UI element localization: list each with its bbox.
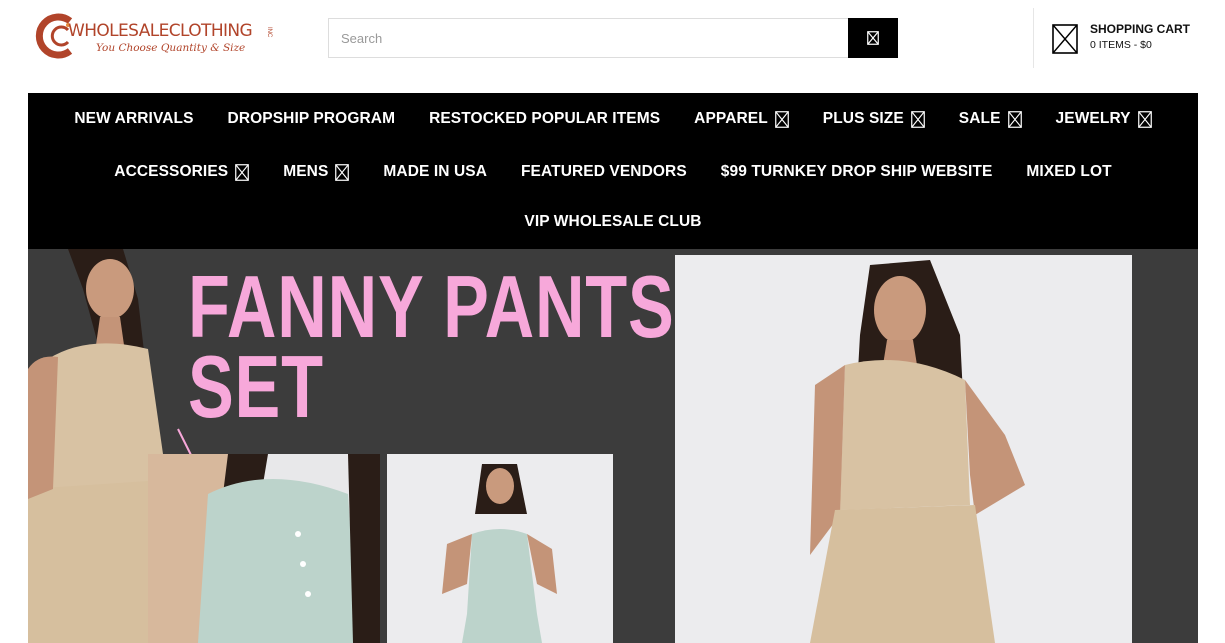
nav-item-label: RESTOCKED POPULAR ITEMS [429,110,661,127]
model-photo-right [675,255,1132,643]
chevron-down-icon [235,163,250,181]
chevron-down-icon [335,163,350,181]
nav-item-featured-vendors[interactable]: FEATURED VENDORS [504,162,704,182]
cart-icon [1052,24,1078,54]
nav-item-turnkey-website[interactable]: $99 TURNKEY DROP SHIP WEBSITE [704,162,1010,182]
cart-summary: 0 ITEMS - $0 [1090,39,1152,51]
site-logo[interactable]: WHOLESALECLOTHING INC You Choose Quantit… [34,13,279,61]
nav-item-vip-wholesale-club[interactable]: VIP WHOLESALE CLUB [507,212,718,232]
nav-item-new-arrivals[interactable]: NEW ARRIVALS [57,109,210,129]
cart-title: SHOPPING CART [1090,22,1191,36]
mint-set-photo [387,454,613,643]
nav-item-label: PLUS SIZE [822,110,904,127]
hero-banner[interactable]: FANNY PANTS SET [28,249,1198,643]
main-navigation: NEW ARRIVALS DROPSHIP PROGRAM RESTOCKED … [28,93,1198,249]
nav-row: NEW ARRIVALS DROPSHIP PROGRAM RESTOCKED … [28,109,1198,129]
chevron-down-icon [1007,110,1022,128]
search-bar [328,18,898,58]
nav-item-label: MADE IN USA [383,163,487,180]
nav-item-label: APPAREL [694,110,768,127]
nav-item-label: SALE [958,110,1001,127]
logo-tagline: You Choose Quantity & Size [96,42,246,54]
nav-item-restocked-popular-items[interactable]: RESTOCKED POPULAR ITEMS [412,109,677,129]
nav-item-mens[interactable]: MENS [266,162,366,182]
shopping-cart[interactable]: SHOPPING CART 0 ITEMS - $0 [1050,20,1200,60]
logo-suffix: INC [266,27,272,38]
nav-item-label: $99 TURNKEY DROP SHIP WEBSITE [720,163,993,180]
header-divider [1033,8,1034,68]
chevron-down-icon [1137,110,1152,128]
nav-item-apparel[interactable]: APPAREL [677,109,806,129]
nav-item-sale[interactable]: SALE [942,109,1039,129]
nav-item-label: FEATURED VENDORS [520,163,687,180]
nav-item-label: JEWELRY [1055,110,1131,127]
search-input[interactable] [328,18,848,58]
site-header: WHOLESALECLOTHING INC You Choose Quantit… [0,0,1225,93]
nav-item-label: VIP WHOLESALE CLUB [524,213,702,230]
nav-item-jewelry[interactable]: JEWELRY [1039,109,1169,129]
nav-row: ACCESSORIES MENS MADE IN USA FEATURED VE… [28,162,1198,182]
nav-item-label: NEW ARRIVALS [74,110,194,127]
search-icon [867,31,879,45]
nav-item-label: DROPSHIP PROGRAM [227,110,396,127]
search-button[interactable] [848,18,898,58]
nav-item-plus-size[interactable]: PLUS SIZE [806,109,942,129]
nav-row: VIP WHOLESALE CLUB [28,212,1198,232]
nav-item-accessories[interactable]: ACCESSORIES [97,162,266,182]
logo-brand-text: WHOLESALECLOTHING [68,21,253,41]
nav-item-label: ACCESSORIES [114,163,229,180]
nav-item-dropship-program[interactable]: DROPSHIP PROGRAM [211,109,413,129]
hero-title-line2: SET [188,337,324,436]
nav-item-label: MENS [283,163,329,180]
nav-item-made-in-usa[interactable]: MADE IN USA [366,162,504,182]
chevron-down-icon [910,110,925,128]
nav-item-mixed-lot[interactable]: MIXED LOT [1009,162,1128,182]
nav-item-label: MIXED LOT [1026,163,1112,180]
chevron-down-icon [774,110,789,128]
closeup-photo [148,454,380,643]
hero-title: FANNY PANTS SET [188,263,675,431]
